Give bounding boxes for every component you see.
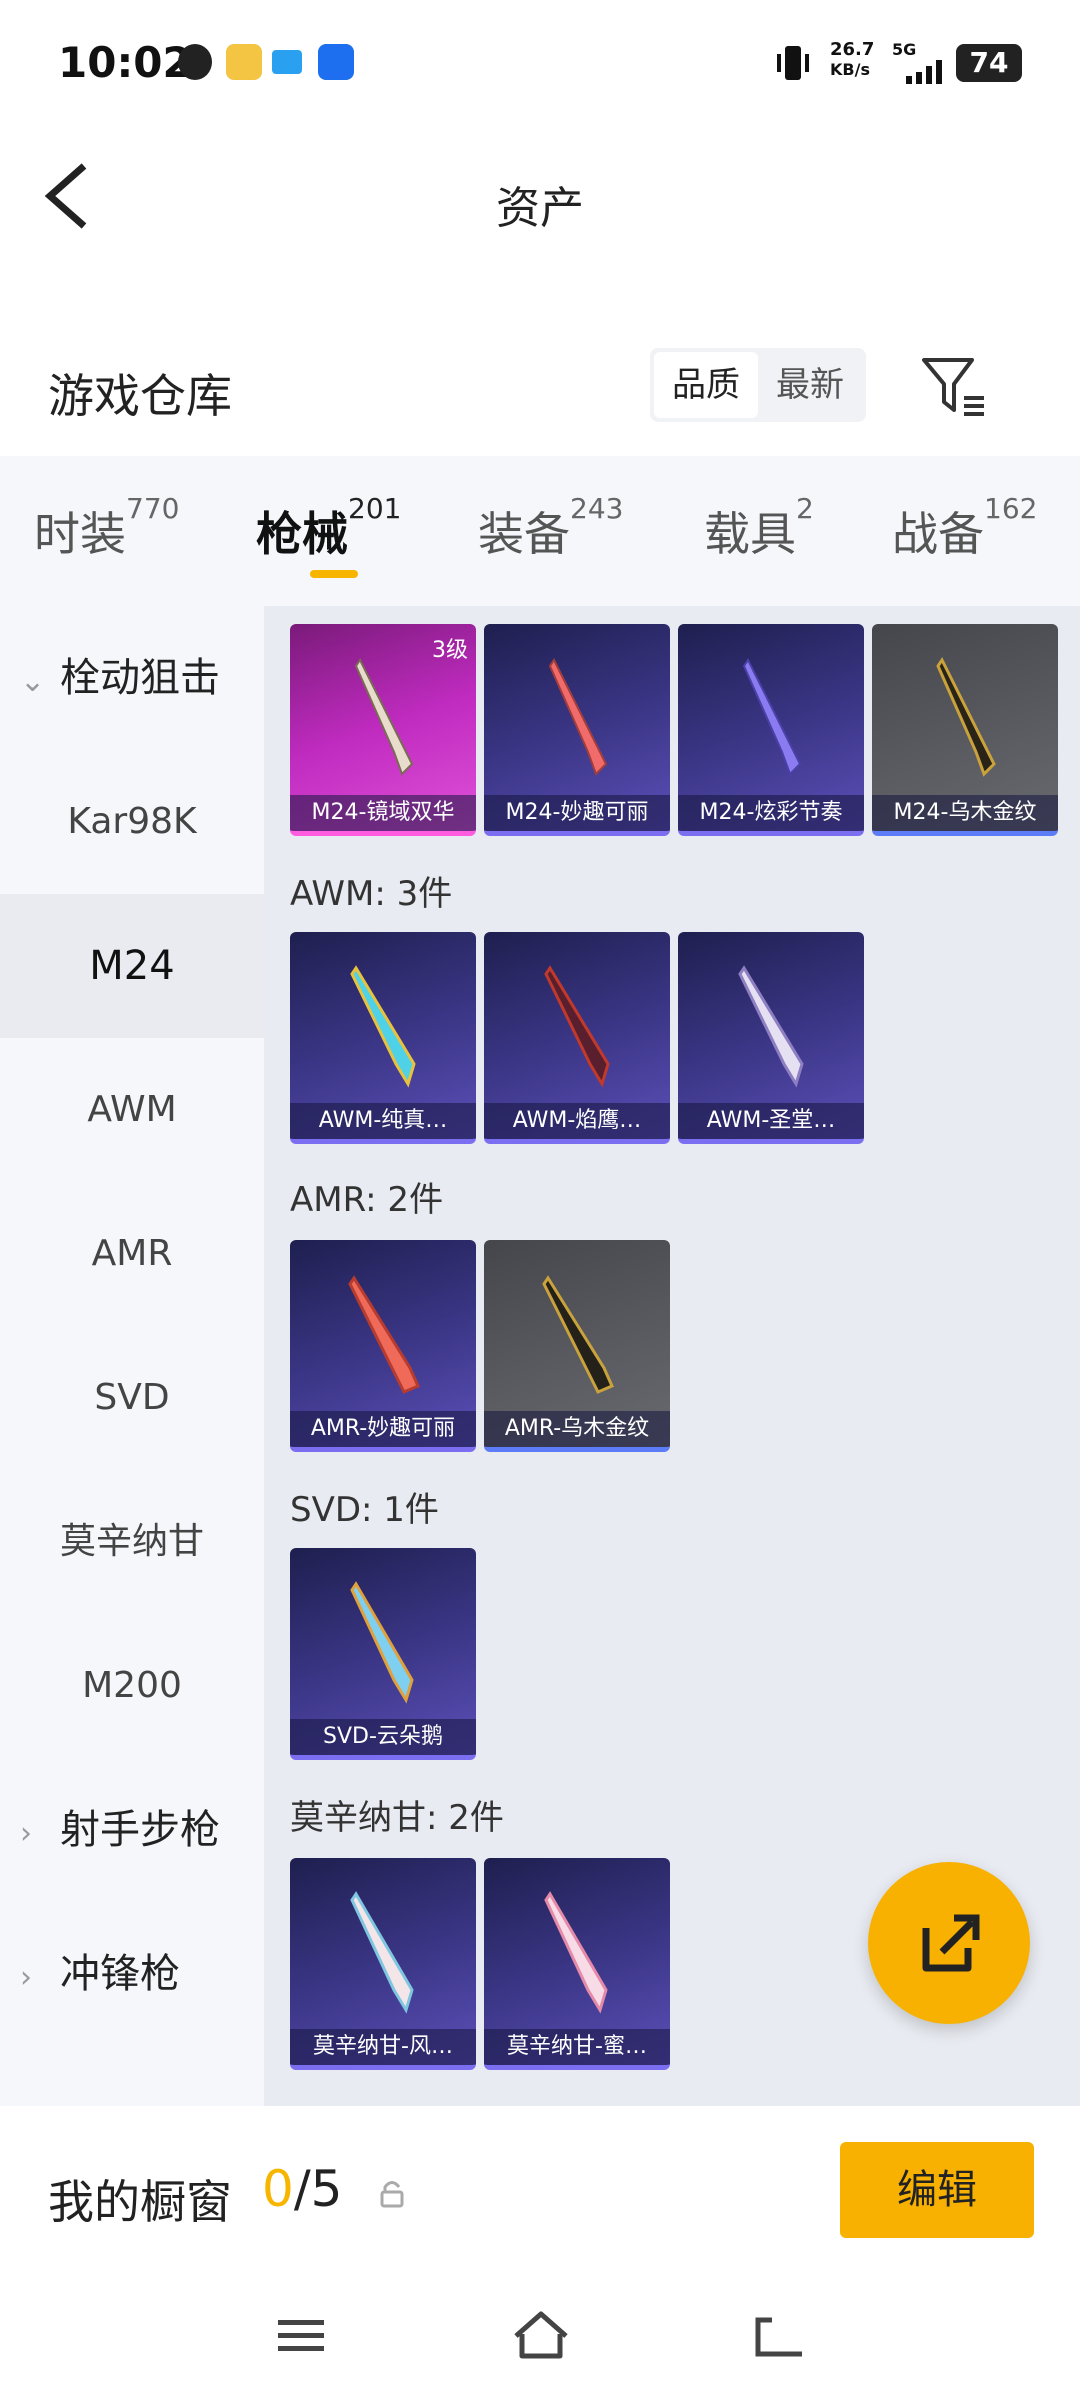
nav-item-kar98k[interactable]: Kar98K [0,750,264,894]
nav-item-m200[interactable]: M200 [0,1614,264,1758]
weapon-card[interactable]: SVD-云朵鹅 [290,1548,476,1760]
weapon-card-label: AWM-焰鹰… [484,1103,670,1139]
page-title: 资产 [496,183,584,234]
edit-button[interactable]: 编辑 [840,2142,1034,2238]
nav-group-smg[interactable]: › 冲锋枪 [20,1902,180,2046]
nav-item-mosin[interactable]: 莫辛纳甘 [0,1470,264,1614]
filter-button[interactable] [920,352,990,422]
network-type: 5G [892,40,917,59]
filter-icon [922,358,984,416]
category-tabs: 时装770 枪械201 装备243 载具2 战备162 [0,456,1080,606]
weapon-card-label: M24-乌木金纹 [872,795,1058,831]
nav-item-m24[interactable]: M24 [0,894,264,1038]
rifle-icon [350,1581,414,1704]
level-badge: 3级 [432,638,468,663]
return-icon [755,2317,802,2357]
showcase-label: 我的橱窗 [48,2175,232,2229]
weapon-card[interactable]: AWM-圣堂… [678,932,864,1144]
weapon-card[interactable]: M24-乌木金纹 [872,624,1058,836]
weapon-card[interactable]: AWM-焰鹰… [484,932,670,1144]
weapon-card-label: AWM-圣堂… [678,1103,864,1139]
lock-icon [378,2178,406,2208]
recent-apps-button[interactable] [266,2300,336,2370]
weapon-card-label: AWM-纯真… [290,1103,476,1139]
rifle-icon [544,1891,608,2014]
group-title-amr: AMR: 2件 [290,1180,444,1220]
weapon-card-label: M24-妙趣可丽 [484,795,670,831]
menu-icon [278,2320,324,2351]
chevron-right-icon: › [20,1960,32,1995]
weapon-card-label: 莫辛纳甘-风… [290,2029,476,2065]
rifle-icon [738,965,804,1088]
nav-item-svd[interactable]: SVD [0,1326,264,1470]
weapon-card[interactable]: 莫辛纳甘-风… [290,1858,476,2070]
nav-group-bolt-sniper[interactable]: ⌄ 栓动狙击 [20,606,220,750]
chevron-right-icon: › [20,1816,32,1851]
group-title-svd: SVD: 1件 [290,1490,439,1530]
signal-icon [894,60,946,84]
group-title-mosin: 莫辛纳甘: 2件 [290,1798,504,1838]
weapon-card-label: M24-炫彩节奏 [678,795,864,831]
weapon-card[interactable]: AMR-乌木金纹 [484,1240,670,1452]
nav-item-amr[interactable]: AMR [0,1182,264,1326]
nav-item-awm[interactable]: AWM [0,1038,264,1182]
share-icon [922,1914,980,1972]
nav-group-marksman-rifle[interactable]: › 射手步枪 [20,1758,220,1902]
weapon-sidenav: ⌄ 栓动狙击 Kar98K M24 AWM AMR SVD 莫辛纳甘 M200 ›… [0,606,264,2106]
showcase-count: 0/5 [262,2160,343,2218]
share-fab[interactable] [868,1862,1030,2024]
chevron-down-icon: ⌄ [20,664,46,699]
tab-weapons[interactable]: 枪械201 [256,492,401,564]
sort-quality-button[interactable]: 品质 [654,352,758,418]
home-button[interactable] [506,2300,576,2370]
battery-icon: 74 [956,44,1022,82]
warehouse-title: 游戏仓库 [48,369,232,423]
sort-newest-button[interactable]: 最新 [758,352,862,418]
weapon-card[interactable]: M24-炫彩节奏 [678,624,864,836]
home-icon [514,2311,568,2359]
weapon-card-label: 莫辛纳甘-蜜… [484,2029,670,2065]
rifle-icon [542,1275,614,1394]
weapon-card-label: AMR-乌木金纹 [484,1411,670,1447]
vibrate-icon [776,44,810,82]
rifle-icon [348,1275,420,1394]
weapon-card-label: M24-镜域双华 [290,795,476,831]
status-bar: 10:02 26.7 KB/s 5G 74 [0,0,1080,130]
rifle-icon [350,965,416,1088]
rifle-icon [350,1891,414,2014]
rifle-icon [544,965,610,1088]
rifle-icon [936,657,996,777]
back-nav-button[interactable] [744,2300,814,2370]
notification-app-icon [178,44,212,80]
notification-cloud-icon [272,50,302,74]
weapon-card[interactable]: M24-妙趣可丽 [484,624,670,836]
weapon-card-label: AMR-妙趣可丽 [290,1411,476,1447]
weapon-card[interactable]: AMR-妙趣可丽 [290,1240,476,1452]
tab-equipment[interactable]: 装备243 [478,492,623,564]
tab-supplies[interactable]: 战备162 [892,492,1037,564]
tab-vehicles[interactable]: 载具2 [704,492,814,564]
weapon-card[interactable]: AWM-纯真… [290,932,476,1144]
sort-toggle: 品质 最新 [650,348,866,422]
notification-nfc-icon [318,44,354,80]
rifle-icon [354,658,414,776]
weapon-card-label: SVD-云朵鹅 [290,1719,476,1755]
rifle-icon [742,658,802,776]
rifle-icon [548,658,608,776]
weapon-card[interactable]: 3级 M24-镜域双华 [290,624,476,836]
notification-game-icon [226,44,262,80]
status-time: 10:02 [58,38,192,87]
weapon-card[interactable]: 莫辛纳甘-蜜… [484,1858,670,2070]
group-title-awm: AWM: 3件 [290,874,453,914]
tab-fashion[interactable]: 时装770 [34,492,179,564]
active-tab-indicator [310,570,358,578]
net-speed: 26.7 KB/s [830,39,875,80]
